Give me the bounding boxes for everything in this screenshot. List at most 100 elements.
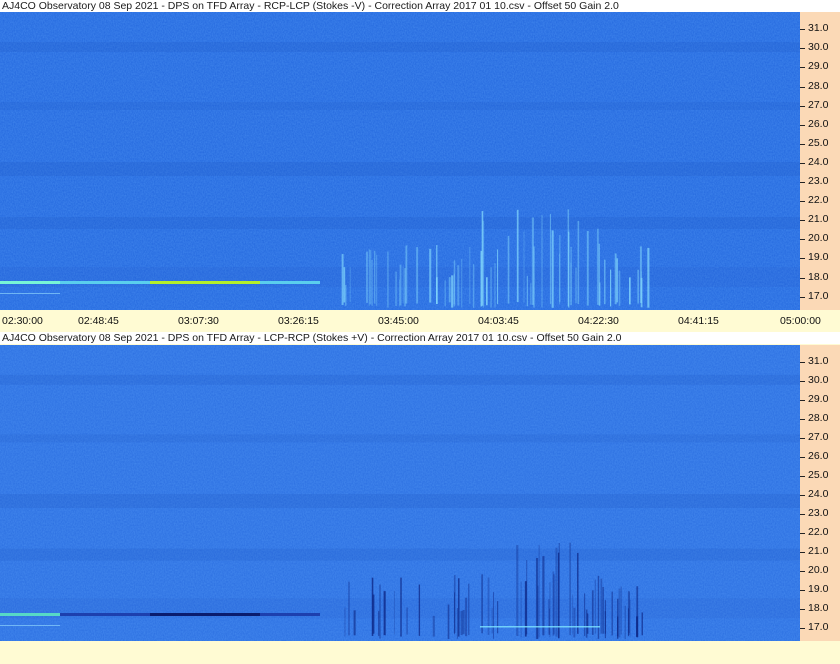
freq-tick-label: 30.0 [808, 374, 829, 387]
freq-tick [800, 589, 805, 591]
burst-striation [373, 250, 376, 304]
freq-tick-label: 21.0 [808, 544, 829, 557]
freq-tick-label: 27.0 [808, 98, 829, 111]
burst-striation [400, 577, 402, 637]
freq-tick-label: 25.0 [808, 136, 829, 149]
freq-tick [800, 296, 805, 298]
freq-tick-label: 19.0 [808, 251, 829, 264]
burst-striation [366, 251, 368, 303]
freq-tick-label: 23.0 [808, 175, 829, 187]
burst-striation [636, 586, 639, 638]
burst-striation [596, 228, 599, 305]
burst-striation [549, 582, 551, 638]
burst-striation [353, 610, 356, 636]
time-tick-label: 03:45:00 [378, 315, 419, 327]
burst-striation [647, 247, 650, 308]
burst-striation [372, 594, 375, 634]
burst-striation [610, 269, 612, 307]
band [0, 217, 800, 229]
burst-striation [577, 220, 580, 304]
burst-striation [393, 590, 395, 635]
burst-striation [617, 598, 619, 637]
burst-striation [614, 253, 617, 305]
band [0, 162, 800, 176]
burst-striation [376, 254, 378, 307]
burst-striation [641, 612, 643, 636]
burst-striation [457, 265, 460, 306]
burst-striation [387, 251, 389, 308]
burst-striation [379, 584, 381, 639]
freq-tick-label: 18.0 [808, 270, 829, 283]
freq-tick [800, 419, 805, 420]
interference-peak [0, 281, 60, 284]
burst-striation [481, 211, 484, 306]
burst-striation [494, 262, 496, 308]
burst-striation [399, 279, 400, 307]
freq-tick [800, 220, 805, 222]
freq-tick-label: 31.0 [808, 22, 829, 35]
burst-striation [516, 209, 519, 303]
burst-striation [573, 607, 576, 638]
burst-striation [402, 266, 404, 304]
freq-tick-label: 25.0 [808, 468, 829, 481]
time-tick-label: 05:00:00 [780, 315, 821, 327]
time-tick-label: 04:03:45 [478, 315, 519, 327]
burst-striation [618, 588, 621, 638]
burst-striation [542, 556, 545, 636]
burst-striation [469, 246, 471, 305]
burst-striation [541, 215, 543, 308]
freq-tick [800, 67, 805, 69]
burst-striation [448, 277, 451, 303]
burst-striation [526, 275, 528, 307]
interference-line [0, 293, 60, 294]
burst-striation [399, 264, 402, 306]
freq-tick-label: 26.0 [808, 449, 829, 462]
burst-striation [570, 246, 572, 306]
burst-striation [341, 254, 344, 305]
freq-tick-label: 17.0 [808, 289, 829, 302]
freq-tick-label: 26.0 [808, 117, 829, 130]
freq-tick-label: 24.0 [808, 155, 829, 168]
time-tick-label: 03:07:30 [178, 315, 219, 327]
burst-striation [444, 280, 446, 307]
freq-tick-label: 20.0 [808, 232, 829, 245]
freq-tick [800, 86, 805, 88]
time-tick-label: 02:48:45 [78, 315, 119, 327]
burst-striation [368, 248, 370, 307]
burst-striation [583, 593, 586, 637]
burst-striation [629, 277, 631, 305]
burst-striation [457, 578, 460, 637]
band [0, 374, 800, 385]
freq-tick-label: 30.0 [808, 41, 829, 54]
freq-tick [800, 105, 805, 107]
burst-striation [497, 249, 499, 305]
burst-striation [585, 609, 588, 638]
burst-striation [618, 270, 621, 306]
burst-striation [405, 245, 408, 304]
band [0, 102, 800, 110]
burst-striation [567, 209, 570, 307]
bottom-frequency-axis: 31.0 30.0 29.0 28.0 27.0 26.0 25.0 24.0 23.0 22.0… [800, 345, 840, 641]
freq-tick [800, 182, 805, 183]
burst-striation [600, 578, 603, 634]
burst-striation [491, 607, 493, 634]
band [0, 434, 800, 443]
burst-striation [369, 249, 372, 305]
burst-striation [572, 594, 573, 635]
freq-tick [800, 201, 805, 203]
burst-striation [348, 581, 350, 636]
freq-tick-label: 29.0 [808, 393, 829, 406]
noise-layer [0, 345, 800, 641]
burst-striation [594, 579, 596, 634]
freq-tick-label: 29.0 [808, 60, 829, 73]
burst-striation [533, 246, 535, 308]
burst-striation [497, 601, 499, 634]
freq-tick [800, 239, 805, 241]
burst-striation [371, 259, 373, 306]
time-tick-label: 04:22:30 [578, 315, 619, 327]
freq-tick [800, 551, 805, 553]
burst-striation [597, 575, 600, 639]
burst-striation [344, 607, 346, 637]
bottom-spectrogram [0, 345, 800, 641]
burst-striation [462, 609, 465, 635]
